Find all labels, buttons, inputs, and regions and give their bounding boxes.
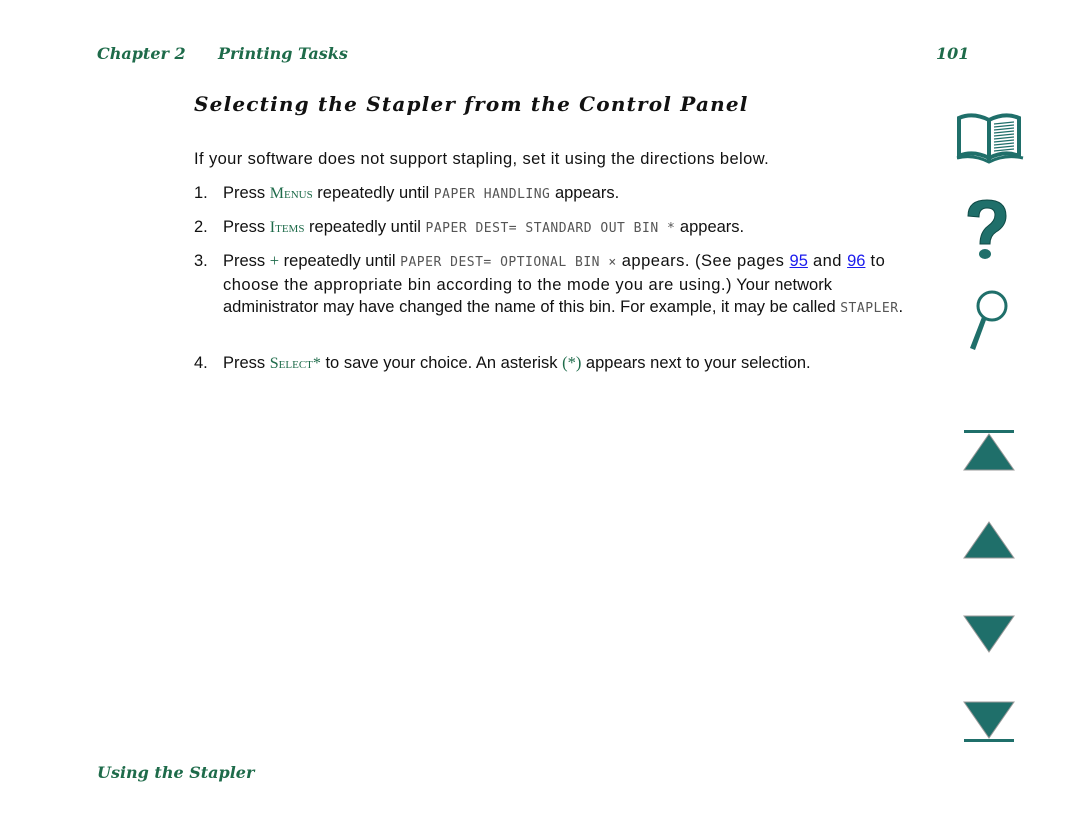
- search-button[interactable]: [962, 288, 1012, 359]
- page-title: Selecting the Stapler from the Control P…: [194, 92, 749, 116]
- step-text: appears next to your selection.: [581, 354, 811, 372]
- book-icon: [956, 113, 1024, 164]
- step-1: 1. Press Menus repeatedly until PAPER HA…: [194, 182, 914, 206]
- search-icon: [970, 290, 1008, 350]
- items-key: Items: [269, 219, 305, 236]
- help-icon: [967, 199, 1007, 259]
- lcd-message: PAPER HANDLING: [433, 187, 551, 202]
- step-text: appears. (See pages: [616, 252, 790, 270]
- first-page-button[interactable]: [962, 428, 1018, 477]
- contents-button[interactable]: [955, 112, 1025, 169]
- plus-key: +: [269, 251, 280, 270]
- step-2: 2. Press Items repeatedly until PAPER DE…: [194, 216, 914, 240]
- step-text: to save your choice. An asterisk: [320, 354, 563, 372]
- step-number: 4.: [194, 354, 208, 372]
- asterisk-symbol: (*): [562, 353, 582, 372]
- step-text: repeatedly until: [279, 252, 401, 270]
- step-text: Press: [223, 218, 270, 236]
- chapter-label: Chapter 2: [97, 44, 186, 63]
- next-page-button[interactable]: [962, 614, 1018, 659]
- step-3: 3. Press + repeatedly until PAPER DEST= …: [194, 250, 914, 320]
- step-text: repeatedly until: [304, 218, 426, 236]
- last-page-icon: [963, 701, 1015, 742]
- step-text: Press: [223, 252, 270, 270]
- step-text: appears.: [550, 184, 620, 202]
- step-text: and: [807, 252, 848, 270]
- footer-section-title: Using the Stapler: [97, 763, 255, 782]
- step-number: 2.: [194, 218, 208, 236]
- lcd-message: PAPER DEST= STANDARD OUT BIN *: [425, 221, 676, 236]
- step-text: .: [898, 298, 904, 316]
- step-text: Press: [223, 354, 270, 372]
- step-text: appears.: [675, 218, 745, 236]
- help-button[interactable]: [962, 196, 1012, 269]
- step-number: 1.: [194, 184, 208, 202]
- next-page-icon: [963, 615, 1015, 653]
- previous-page-icon: [963, 521, 1015, 559]
- step-4: 4. Press Select* to save your choice. An…: [194, 352, 914, 375]
- section-title: Printing Tasks: [218, 44, 348, 63]
- page-95-link[interactable]: 95: [790, 252, 808, 270]
- first-page-icon: [963, 430, 1015, 471]
- lcd-message: PAPER DEST= OPTIONAL BIN ×: [400, 255, 617, 270]
- intro-text: If your software does not support stapli…: [194, 150, 770, 168]
- step-text: repeatedly until: [312, 184, 434, 202]
- page-number: 101: [936, 44, 970, 63]
- last-page-button[interactable]: [962, 700, 1018, 749]
- page-96-link[interactable]: 96: [847, 252, 865, 270]
- step-text: Press: [223, 184, 270, 202]
- menus-key: Menus: [269, 185, 313, 202]
- lcd-message: STAPLER: [840, 301, 899, 316]
- previous-page-button[interactable]: [962, 520, 1018, 565]
- select-key: Select*: [269, 355, 321, 372]
- step-number: 3.: [194, 252, 208, 270]
